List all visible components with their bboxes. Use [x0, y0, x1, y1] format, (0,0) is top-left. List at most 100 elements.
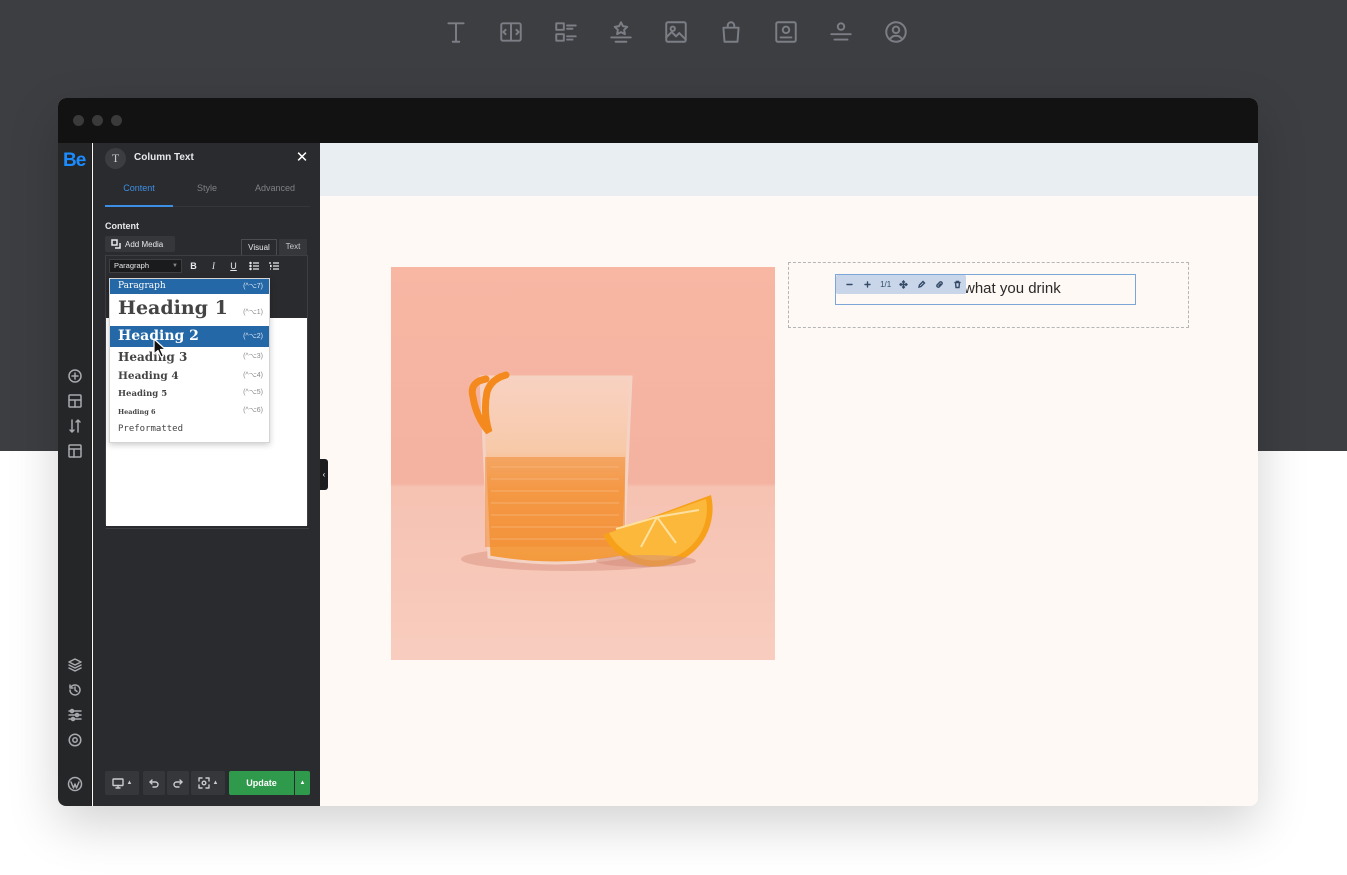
bag-icon — [713, 14, 749, 50]
layers-icon[interactable] — [67, 657, 83, 673]
tab-advanced[interactable]: Advanced — [241, 181, 309, 195]
panel-tabs: Content Style Advanced — [105, 181, 310, 207]
close-icon[interactable]: ✕ — [294, 150, 310, 166]
add-section-icon[interactable] — [67, 393, 83, 409]
window-titlebar — [58, 98, 1258, 143]
link-icon — [935, 281, 943, 288]
format-option-heading-1[interactable]: Heading 1 (^⌥1) — [110, 294, 269, 326]
heading-text[interactable]: what you drink — [964, 280, 1061, 297]
rating-icon — [603, 14, 639, 50]
editor-tab-visual[interactable]: Visual — [241, 239, 277, 255]
format-option-shortcut: (^⌥6) — [243, 407, 263, 414]
element-settings-panel: T Column Text ✕ Content Style Advanced C… — [93, 143, 320, 806]
format-option-shortcut: (^⌥1) — [243, 309, 263, 316]
redo-icon — [173, 779, 183, 788]
move-button[interactable] — [895, 277, 913, 293]
caret-up-icon: ▲ — [126, 780, 133, 786]
panel-bottom-bar: ▲ ▲ Update ▲ — [105, 771, 310, 795]
format-option-paragraph[interactable]: Paragraph (^⌥7) — [110, 279, 269, 294]
text-icon — [438, 14, 474, 50]
bullet-list-icon — [248, 261, 259, 271]
media-icon — [111, 239, 121, 249]
eye-focus-icon — [197, 777, 210, 789]
avatar-icon — [878, 14, 914, 50]
increase-size-button[interactable] — [859, 277, 877, 293]
format-option-label: Heading 4 — [118, 370, 179, 382]
link-button[interactable] — [930, 277, 948, 293]
history-icon[interactable] — [67, 682, 83, 698]
window-close-dot[interactable] — [73, 115, 84, 126]
editor-toolbar: Paragraph ▼ B I U — [106, 256, 307, 276]
format-select[interactable]: Paragraph ▼ — [109, 259, 182, 273]
columns-icon — [493, 14, 529, 50]
settings-gear-icon[interactable] — [67, 732, 83, 748]
undo-button[interactable] — [143, 771, 165, 795]
element-type-badge: T — [105, 148, 126, 169]
width-label[interactable]: 1/1 — [877, 277, 895, 293]
format-option-heading-5[interactable]: Heading 5 (^⌥5) — [110, 386, 269, 404]
move-icon — [899, 280, 908, 289]
tab-style[interactable]: Style — [173, 181, 241, 195]
bold-button[interactable]: B — [185, 259, 202, 273]
wordpress-icon[interactable] — [67, 776, 83, 792]
undo-icon — [149, 779, 159, 788]
image-icon — [658, 14, 694, 50]
drink-photo[interactable] — [391, 267, 775, 660]
format-option-heading-2[interactable]: Heading 2 (^⌥2) — [110, 326, 269, 347]
sort-icon[interactable] — [67, 418, 83, 434]
editor-tab-text[interactable]: Text — [279, 239, 307, 255]
decrease-size-button[interactable] — [841, 277, 859, 293]
preview-button[interactable]: ▲ — [191, 771, 225, 795]
format-option-heading-6[interactable]: Heading 6 (^⌥6) — [110, 404, 269, 421]
plus-icon — [864, 281, 871, 288]
delete-button[interactable] — [948, 277, 966, 293]
panel-title: Column Text — [134, 152, 194, 163]
element-icons-strip — [0, 14, 1347, 50]
format-dropdown: Paragraph (^⌥7) Heading 1 (^⌥1) Heading … — [109, 278, 270, 443]
underline-button[interactable]: U — [225, 259, 242, 273]
app-logo[interactable]: Be — [63, 150, 86, 172]
content-section-label: Content — [105, 221, 139, 231]
window-maximize-dot[interactable] — [111, 115, 122, 126]
format-option-heading-3[interactable]: Heading 3 (^⌥3) — [110, 347, 269, 367]
redo-button[interactable] — [167, 771, 189, 795]
add-media-label: Add Media — [125, 239, 164, 249]
format-option-label: Preformatted — [118, 424, 184, 434]
format-option-label: Paragraph — [118, 281, 166, 291]
device-preview-button[interactable]: ▲ — [105, 771, 139, 795]
format-select-value: Paragraph — [114, 261, 150, 270]
tab-content[interactable]: Content — [105, 181, 173, 195]
editor-resize-handle[interactable] — [106, 528, 309, 536]
list-icon — [548, 14, 584, 50]
add-media-button[interactable]: Add Media — [105, 236, 175, 252]
panel-collapse-handle[interactable]: ‹ — [320, 459, 328, 490]
orange-drink-image — [391, 267, 775, 660]
format-option-heading-4[interactable]: Heading 4 (^⌥4) — [110, 367, 269, 386]
edit-icon — [917, 280, 926, 288]
active-tab-indicator — [105, 205, 173, 207]
format-option-preformatted[interactable]: Preformatted — [110, 421, 269, 439]
minus-icon — [846, 283, 854, 286]
mouse-cursor-icon — [153, 338, 167, 358]
sliders-icon[interactable] — [67, 707, 83, 723]
element-mini-toolbar: 1/1 — [836, 275, 966, 294]
format-option-shortcut: (^⌥3) — [243, 353, 263, 360]
format-option-label: Heading 1 — [118, 297, 228, 319]
edit-button[interactable] — [912, 277, 930, 293]
update-button[interactable]: Update — [229, 771, 294, 795]
format-option-shortcut: (^⌥5) — [243, 389, 263, 396]
templates-icon[interactable] — [67, 443, 83, 459]
left-rail: Be — [58, 143, 92, 806]
numbered-list-icon — [268, 262, 279, 270]
format-option-shortcut: (^⌥7) — [243, 283, 263, 290]
add-element-icon[interactable] — [67, 368, 83, 384]
desktop-icon — [111, 778, 124, 789]
italic-button[interactable]: I — [205, 259, 222, 273]
bullet-list-button[interactable] — [245, 259, 262, 273]
update-options-button[interactable]: ▲ — [295, 771, 310, 795]
divider-icon — [823, 14, 859, 50]
chevron-down-icon: ▼ — [172, 263, 178, 269]
window-minimize-dot[interactable] — [92, 115, 103, 126]
numbered-list-button[interactable] — [265, 259, 282, 273]
format-option-label: Heading 5 — [118, 389, 168, 399]
